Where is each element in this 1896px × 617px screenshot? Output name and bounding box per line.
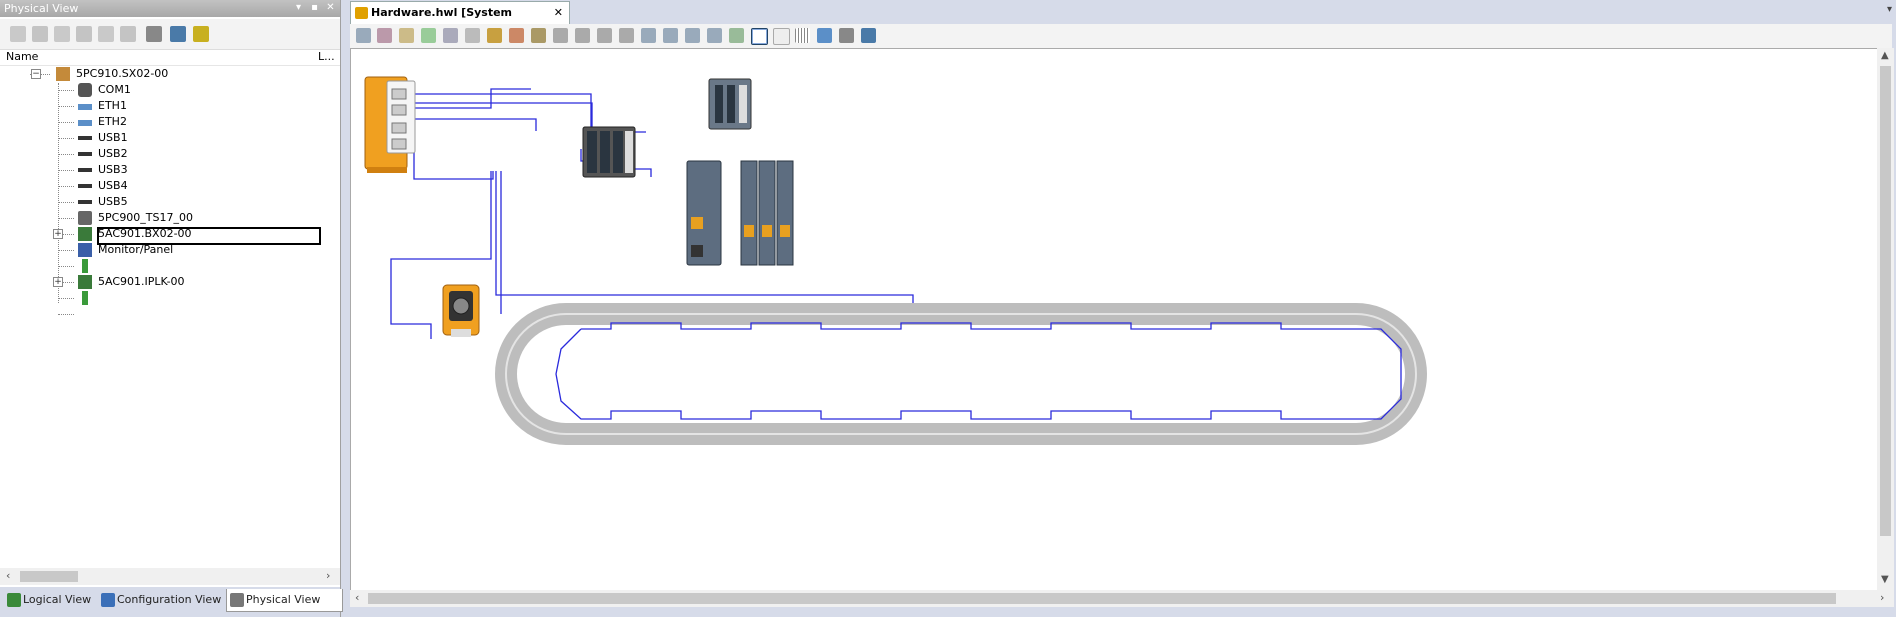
panel-close-button[interactable]: ✕ bbox=[324, 1, 337, 15]
hardware-document-icon bbox=[355, 7, 368, 19]
servo-drives[interactable] bbox=[686, 160, 794, 266]
ethernet-icon bbox=[78, 120, 92, 126]
usb-icon bbox=[78, 168, 92, 172]
text-tool-icon[interactable] bbox=[751, 28, 768, 45]
editor-area: Hardware.hwl [System Designer] ✕ ▾ bbox=[346, 0, 1896, 617]
logical-view-icon bbox=[7, 593, 21, 607]
open-icon[interactable] bbox=[10, 26, 26, 42]
track-wires bbox=[555, 322, 1402, 420]
column-name[interactable]: Name bbox=[6, 50, 38, 63]
serial-port-icon bbox=[78, 83, 92, 97]
settings-icon[interactable] bbox=[193, 26, 209, 42]
module-icon bbox=[78, 211, 92, 225]
paste-icon[interactable] bbox=[465, 28, 480, 43]
copy-icon[interactable] bbox=[443, 28, 458, 43]
scroll-thumb[interactable] bbox=[20, 571, 78, 582]
wire-controller-to-drive bbox=[407, 93, 599, 130]
view-tab-strip: Logical View Configuration View Physical… bbox=[0, 587, 343, 617]
zoom-fit-icon[interactable] bbox=[377, 28, 392, 43]
tab-list-dropdown-icon[interactable]: ▾ bbox=[1887, 4, 1892, 15]
camera-device[interactable] bbox=[442, 284, 480, 337]
export-icon[interactable] bbox=[817, 28, 832, 43]
grid-icon[interactable] bbox=[795, 28, 810, 43]
scroll-down-icon[interactable]: ▼ bbox=[1881, 574, 1889, 585]
add-module-icon[interactable] bbox=[421, 28, 436, 43]
align-left-icon[interactable] bbox=[553, 28, 568, 43]
distribute-vertical-icon[interactable] bbox=[707, 28, 722, 43]
system-designer-canvas[interactable] bbox=[350, 48, 1878, 592]
card-icon bbox=[78, 227, 92, 241]
paste-icon[interactable] bbox=[76, 26, 92, 42]
tab-configuration-view[interactable]: Configuration View bbox=[98, 589, 237, 611]
panel-pin-button[interactable]: ▪ bbox=[308, 1, 321, 15]
panel-title: Physical View bbox=[4, 2, 79, 15]
tree-collapse-toggle[interactable]: − bbox=[31, 69, 41, 79]
scroll-left-icon[interactable]: ‹ bbox=[6, 569, 10, 582]
io-module-top[interactable] bbox=[708, 78, 752, 130]
distribute-horizontal-icon[interactable] bbox=[685, 28, 700, 43]
tree-column-header: Name L... bbox=[0, 49, 340, 66]
scroll-up-icon[interactable]: ▲ bbox=[1881, 50, 1889, 61]
panel-title-bar: Physical View ▾ ▪ ✕ bbox=[0, 0, 340, 17]
pc-controller[interactable] bbox=[364, 76, 416, 173]
scroll-right-icon[interactable]: › bbox=[1880, 591, 1884, 604]
canvas-vertical-scrollbar[interactable]: ▲ ▼ bbox=[1877, 48, 1894, 590]
usb-icon bbox=[78, 136, 92, 140]
connect-icon[interactable] bbox=[729, 28, 744, 43]
ethernet-icon bbox=[78, 104, 92, 110]
configuration-view-icon bbox=[101, 593, 115, 607]
physical-view-panel: Physical View ▾ ▪ ✕ Name L... − + + 5PC9… bbox=[0, 0, 341, 617]
align-center-icon[interactable] bbox=[575, 28, 590, 43]
scroll-thumb[interactable] bbox=[1880, 66, 1891, 536]
lock-icon[interactable] bbox=[487, 28, 502, 43]
io-module-mid[interactable] bbox=[582, 126, 636, 178]
find-icon[interactable] bbox=[146, 26, 162, 42]
align-middle-icon[interactable] bbox=[641, 28, 656, 43]
search-icon[interactable] bbox=[32, 26, 48, 42]
tree-selection-highlight bbox=[97, 227, 321, 245]
scroll-left-icon[interactable]: ‹ bbox=[355, 591, 359, 604]
canvas-horizontal-scrollbar[interactable]: ‹ › bbox=[350, 590, 1894, 607]
scroll-right-icon[interactable]: › bbox=[326, 569, 330, 582]
monitor-icon bbox=[78, 243, 92, 257]
copy-icon[interactable] bbox=[54, 26, 70, 42]
find-icon[interactable] bbox=[839, 28, 854, 43]
panel-toolbar bbox=[0, 19, 340, 50]
properties-icon[interactable] bbox=[120, 26, 136, 42]
physical-view-icon bbox=[230, 593, 244, 607]
panel-menu-button[interactable]: ▾ bbox=[292, 1, 305, 15]
conveyor-track[interactable] bbox=[495, 303, 1427, 445]
tab-physical-view[interactable]: Physical View bbox=[226, 589, 343, 612]
usb-icon bbox=[78, 152, 92, 156]
plug-icon bbox=[82, 259, 88, 273]
tree-expand-toggle[interactable]: + bbox=[53, 229, 63, 239]
home-icon[interactable] bbox=[399, 28, 414, 43]
select-icon[interactable] bbox=[531, 28, 546, 43]
network-icon[interactable] bbox=[861, 28, 876, 43]
pc-icon bbox=[56, 67, 70, 81]
close-tab-icon[interactable]: ✕ bbox=[554, 2, 563, 24]
scroll-thumb[interactable] bbox=[368, 593, 1836, 604]
document-tab[interactable]: Hardware.hwl [System Designer] ✕ bbox=[350, 1, 570, 41]
tree-horizontal-scrollbar[interactable]: ‹ › bbox=[0, 568, 340, 585]
align-bottom-icon[interactable] bbox=[663, 28, 678, 43]
designer-toolbar bbox=[350, 24, 1892, 49]
usb-icon bbox=[78, 184, 92, 188]
usb-icon bbox=[78, 200, 92, 204]
card-icon bbox=[78, 275, 92, 289]
tree-expand-toggle[interactable]: + bbox=[53, 277, 63, 287]
align-top-icon[interactable] bbox=[619, 28, 634, 43]
tool-icon[interactable] bbox=[509, 28, 524, 43]
align-right-icon[interactable] bbox=[597, 28, 612, 43]
hardware-diagram bbox=[364, 76, 1427, 445]
refresh-icon[interactable] bbox=[356, 28, 371, 43]
plug-icon bbox=[82, 291, 88, 305]
tab-logical-view[interactable]: Logical View bbox=[4, 589, 101, 611]
column-l[interactable]: L... bbox=[318, 50, 335, 63]
hardware-tree: − + + 5PC910.SX02-00 COM1 ETH1 ETH2 USB1… bbox=[0, 66, 340, 566]
text-format-icon[interactable] bbox=[773, 28, 790, 45]
delete-icon[interactable] bbox=[98, 26, 114, 42]
network-icon[interactable] bbox=[170, 26, 186, 42]
